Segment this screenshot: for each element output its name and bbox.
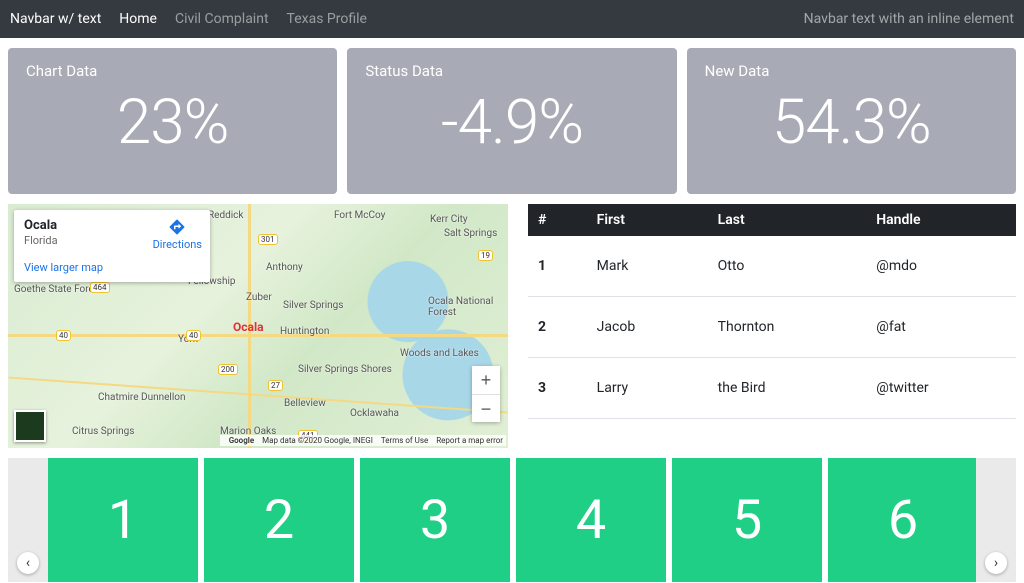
table-header: Handle	[866, 204, 1016, 236]
map-town-label: Ocala National Forest	[428, 296, 508, 318]
map-directions-button[interactable]: Directions	[153, 218, 202, 251]
table-header: First	[587, 204, 708, 236]
table-cell: Mark	[587, 236, 708, 297]
carousel-tile[interactable]: 1	[48, 458, 198, 582]
navbar-right-text: Navbar text with an inline element	[804, 11, 1014, 27]
carousel-prev-button[interactable]: ‹	[8, 458, 48, 582]
table-cell: @fat	[866, 297, 1016, 358]
map-hwy-shield: 464	[90, 282, 110, 293]
map-hwy-shield: 200	[218, 364, 238, 375]
table-head: # First Last Handle	[528, 204, 1016, 236]
map-town-label: Reddick	[208, 210, 243, 221]
map-hwy-shield: 40	[56, 330, 71, 341]
table-cell: Jacob	[587, 297, 708, 358]
card-title: Status Data	[365, 62, 658, 80]
card-title: New Data	[705, 62, 998, 80]
map-view-larger-link[interactable]: View larger map	[24, 261, 200, 274]
table-cell: @twitter	[866, 358, 1016, 419]
map-report-link[interactable]: Report a map error	[436, 436, 503, 445]
map-data-attr: Map data ©2020 Google, INEGI	[262, 436, 373, 445]
map-town-label: Kerr City	[430, 214, 468, 225]
table-row: 3 Larry the Bird @twitter	[528, 358, 1016, 419]
card-status-data: Status Data -4.9%	[347, 48, 676, 194]
map-hwy-shield: 19	[478, 250, 493, 261]
map-directions-label: Directions	[153, 238, 202, 251]
table-cell: Otto	[708, 236, 867, 297]
navbar-brand[interactable]: Navbar w/ text	[10, 11, 101, 27]
map-zoom-in-button[interactable]: +	[472, 366, 500, 394]
card-value: 54.3%	[705, 80, 998, 167]
map-zoom-out-button[interactable]: −	[472, 394, 500, 422]
table-row: 2 Jacob Thornton @fat	[528, 297, 1016, 358]
carousel-tile[interactable]: 2	[204, 458, 354, 582]
map-town-label: Silver Springs Shores	[298, 364, 392, 375]
nav-link-texas-profile[interactable]: Texas Profile	[287, 11, 367, 27]
table-cell: Larry	[587, 358, 708, 419]
map-town-label: Chatmire Dunnellon	[98, 392, 186, 403]
map-town-label: Silver Springs	[283, 300, 343, 311]
map-town-label: Huntington	[280, 326, 329, 337]
number-carousel: ‹ 1 2 3 4 5 6 ›	[8, 458, 1016, 582]
carousel-tile[interactable]: 3	[360, 458, 510, 582]
map-hwy-shield: 27	[268, 380, 283, 391]
map-hwy-shield: 301	[258, 234, 278, 245]
map-town-label: Goethe State Forest	[14, 284, 102, 295]
card-new-data: New Data 54.3%	[687, 48, 1016, 194]
carousel-tile[interactable]: 5	[672, 458, 822, 582]
map-town-label: Woods and Lakes	[400, 348, 479, 359]
table-cell: 2	[528, 297, 587, 358]
map-town-label: Anthony	[266, 262, 303, 273]
map-attribution: Google Map data ©2020 Google, INEGI Term…	[220, 435, 506, 446]
carousel-track[interactable]: 1 2 3 4 5 6	[48, 458, 976, 582]
nav-link-civil-complaint[interactable]: Civil Complaint	[175, 11, 269, 27]
directions-icon	[168, 218, 186, 236]
map-terms-link[interactable]: Terms of Use	[381, 436, 428, 445]
nav-link-home[interactable]: Home	[119, 11, 157, 27]
map-google-logo: Google	[229, 436, 254, 445]
table-cell: @mdo	[866, 236, 1016, 297]
map-town-label: Zuber	[246, 292, 272, 303]
map-town-label: Citrus Springs	[72, 426, 134, 437]
map-town-label: Salt Springs	[444, 228, 497, 239]
table-header: Last	[708, 204, 867, 236]
table-cell: the Bird	[708, 358, 867, 419]
data-table: # First Last Handle 1 Mark Otto @mdo 2 J…	[528, 204, 1016, 419]
map-zoom-controls: + −	[472, 366, 500, 422]
table-header: #	[528, 204, 587, 236]
navbar: Navbar w/ text Home Civil Complaint Texa…	[0, 0, 1024, 38]
table-cell: Thornton	[708, 297, 867, 358]
carousel-next-button[interactable]: ›	[976, 458, 1016, 582]
map-hwy-shield: 40	[186, 330, 201, 341]
carousel-tile[interactable]: 4	[516, 458, 666, 582]
data-table-wrap: # First Last Handle 1 Mark Otto @mdo 2 J…	[528, 204, 1016, 448]
table-row: 1 Mark Otto @mdo	[528, 236, 1016, 297]
chevron-left-icon: ‹	[17, 552, 39, 574]
map-road	[8, 334, 508, 337]
card-value: 23%	[26, 80, 319, 167]
middle-row: Ocala Reddick Fort McCoy Kerr City Salt …	[0, 194, 1024, 448]
card-chart-data: Chart Data 23%	[8, 48, 337, 194]
table-cell: 3	[528, 358, 587, 419]
map-center-label: Ocala	[233, 320, 264, 334]
map-satellite-thumb[interactable]	[14, 410, 46, 442]
table-cell: 1	[528, 236, 587, 297]
map-embed[interactable]: Ocala Reddick Fort McCoy Kerr City Salt …	[8, 204, 508, 448]
stat-cards-row: Chart Data 23% Status Data -4.9% New Dat…	[0, 38, 1024, 194]
map-info-card: Ocala Florida Directions View larger map	[14, 210, 210, 282]
chevron-right-icon: ›	[985, 552, 1007, 574]
carousel-tile[interactable]: 6	[828, 458, 976, 582]
card-title: Chart Data	[26, 62, 319, 80]
map-town-label: Fort McCoy	[334, 210, 385, 221]
card-value: -4.9%	[365, 80, 658, 167]
map-town-label: Ocklawaha	[350, 408, 399, 419]
map-town-label: Belleview	[284, 398, 326, 409]
